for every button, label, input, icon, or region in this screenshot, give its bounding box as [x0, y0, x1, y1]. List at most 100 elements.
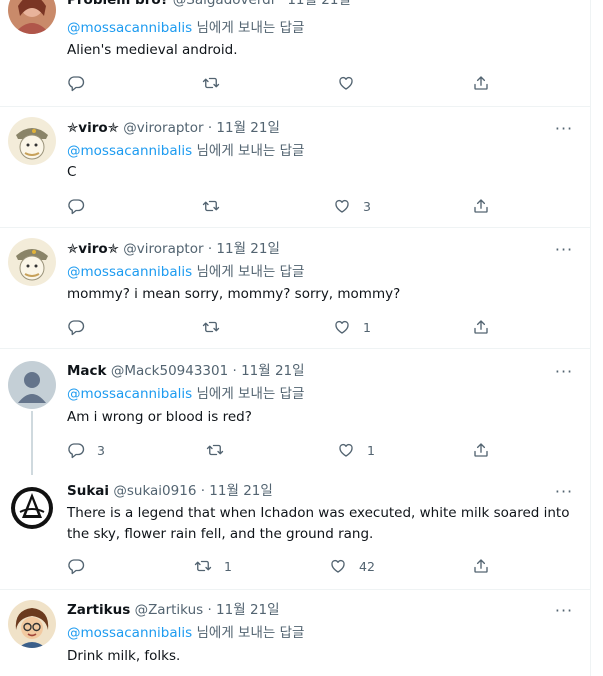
replying-to: @mossacannibalis 님에게 보내는 답글 — [67, 385, 304, 403]
replying-to: @mossacannibalis 님에게 보내는 답글 — [67, 624, 304, 642]
like-icon — [331, 559, 345, 573]
tweet[interactable]: Problem bro? @Salgadoverdi · 11월 21일 @mo… — [0, 0, 590, 106]
display-name[interactable]: Sukai — [67, 483, 109, 499]
avatar[interactable] — [8, 117, 56, 165]
like-button[interactable]: 42 — [329, 556, 375, 576]
retweet-button[interactable] — [206, 440, 224, 460]
tweet[interactable]: ✯viro✯ @viroraptor · 11월 21일 ··· @mossac… — [0, 228, 590, 348]
tweet[interactable]: Mack @Mack50943301 · 11월 21일 ··· @mossac… — [0, 349, 590, 471]
timestamp[interactable]: · 11월 21일 — [279, 0, 351, 8]
handle[interactable]: @Salgadoverdi — [173, 0, 275, 8]
share-icon — [474, 199, 488, 213]
more-icon[interactable]: ··· — [553, 121, 575, 141]
display-name[interactable]: ✯viro✯ — [67, 120, 119, 136]
avatar[interactable] — [8, 484, 56, 532]
like-button[interactable]: 1 — [337, 440, 375, 460]
share-icon — [474, 559, 488, 573]
like-icon — [339, 76, 353, 90]
replying-to: @mossacannibalis 님에게 보내는 답글 — [67, 263, 304, 281]
tweet[interactable]: Zartikus @Zartikus · 11월 21일 ··· @mossac… — [0, 590, 590, 676]
like-count: 42 — [359, 558, 375, 574]
reply-icon — [68, 199, 85, 215]
tweet-text: mommy? i mean sorry, mommy? sorry, mommy… — [67, 286, 401, 302]
share-button[interactable] — [472, 317, 490, 337]
retweet-icon — [206, 444, 224, 456]
avatar[interactable] — [8, 238, 56, 286]
like-icon — [335, 320, 349, 334]
like-button[interactable]: 1 — [333, 317, 371, 337]
timestamp[interactable]: · 11월 21일 — [208, 120, 280, 136]
like-count: 3 — [363, 198, 371, 214]
tweet-text: Am i wrong or blood is red? — [67, 409, 252, 425]
like-icon — [335, 199, 349, 213]
tweet[interactable]: Sukai @sukai0916 · 11월 21일 ··· There is … — [0, 471, 590, 589]
tweet-header: Problem bro? @Salgadoverdi · 11월 21일 — [67, 0, 351, 9]
share-button[interactable] — [472, 73, 490, 93]
retweet-icon — [202, 77, 220, 89]
mention-link[interactable]: @mossacannibalis — [67, 386, 192, 402]
share-button[interactable] — [472, 196, 490, 216]
tweet-header: ✯viro✯ @viroraptor · 11월 21일 — [67, 119, 280, 137]
like-count: 1 — [367, 442, 375, 458]
reply-button[interactable] — [67, 556, 85, 576]
reply-button[interactable]: 3 — [67, 440, 105, 460]
avatar[interactable] — [8, 361, 56, 409]
display-name[interactable]: Problem bro? — [67, 0, 168, 8]
mention-link[interactable]: @mossacannibalis — [67, 143, 192, 159]
share-button[interactable] — [472, 556, 490, 576]
more-icon[interactable]: ··· — [553, 242, 575, 262]
retweet-button[interactable] — [202, 196, 220, 216]
handle[interactable]: @Zartikus — [135, 602, 204, 618]
timestamp[interactable]: · 11월 21일 — [233, 363, 305, 379]
like-count: 1 — [363, 319, 371, 335]
mention-link[interactable]: @mossacannibalis — [67, 264, 192, 280]
share-icon — [474, 443, 488, 457]
display-name[interactable]: Mack — [67, 363, 107, 379]
retweet-count: 1 — [224, 558, 232, 574]
reply-button[interactable] — [67, 317, 85, 337]
tweet[interactable]: ✯viro✯ @viroraptor · 11월 21일 ··· @mossac… — [0, 107, 590, 227]
mention-link[interactable]: @mossacannibalis — [67, 20, 192, 36]
reply-feed: Problem bro? @Salgadoverdi · 11월 21일 @mo… — [0, 0, 591, 676]
more-icon[interactable]: ··· — [553, 364, 575, 384]
avatar[interactable] — [8, 0, 56, 34]
mention-link[interactable]: @mossacannibalis — [67, 625, 192, 641]
avatar[interactable] — [8, 600, 56, 648]
retweet-icon — [202, 200, 220, 212]
like-button[interactable] — [337, 73, 355, 93]
handle[interactable]: @sukai0916 — [113, 483, 196, 499]
share-icon — [474, 320, 488, 334]
retweet-button[interactable]: 1 — [194, 556, 232, 576]
default-avatar-icon — [8, 361, 56, 409]
display-name[interactable]: Zartikus — [67, 602, 130, 618]
like-icon — [339, 443, 353, 457]
reply-button[interactable] — [67, 196, 85, 216]
timestamp[interactable]: · 11월 21일 — [201, 483, 273, 499]
display-name[interactable]: ✯viro✯ — [67, 241, 119, 257]
replying-to: @mossacannibalis 님에게 보내는 답글 — [67, 142, 304, 160]
handle[interactable]: @viroraptor — [123, 241, 203, 257]
handle[interactable]: @Mack50943301 — [111, 363, 228, 379]
retweet-icon — [194, 560, 212, 572]
tweet-header: Mack @Mack50943301 · 11월 21일 — [67, 362, 305, 380]
reply-icon — [68, 443, 85, 459]
reply-button[interactable] — [67, 73, 85, 93]
share-icon — [474, 76, 488, 90]
reply-icon — [68, 76, 85, 92]
reply-icon — [68, 320, 85, 336]
more-icon[interactable]: ··· — [553, 484, 575, 504]
handle[interactable]: @viroraptor — [123, 120, 203, 136]
retweet-button[interactable] — [202, 73, 220, 93]
tweet-text: Drink milk, folks. — [67, 648, 181, 664]
more-icon[interactable]: ··· — [553, 603, 575, 623]
tweet-text: There is a legend that when Ichadon was … — [67, 505, 570, 542]
reply-count: 3 — [97, 442, 105, 458]
timestamp[interactable]: · 11월 21일 — [208, 241, 280, 257]
share-button[interactable] — [472, 440, 490, 460]
timestamp[interactable]: · 11월 21일 — [207, 602, 279, 618]
reply-suffix: 님에게 보내는 답글 — [192, 143, 305, 159]
replying-to: @mossacannibalis 님에게 보내는 답글 — [67, 19, 304, 37]
tweet-header: Zartikus @Zartikus · 11월 21일 — [67, 601, 280, 619]
like-button[interactable]: 3 — [333, 196, 371, 216]
retweet-button[interactable] — [202, 317, 220, 337]
